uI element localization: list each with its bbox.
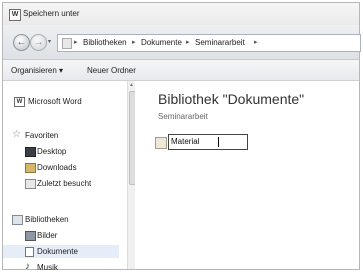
sidebar-item-label: Favoriten (25, 131, 59, 140)
sidebar-item-label: Desktop (37, 147, 67, 156)
libraries-icon (12, 215, 23, 225)
organize-button[interactable]: Organisieren ▾ (11, 66, 63, 75)
sidebar-item-label: Microsoft Word (28, 97, 82, 106)
music-icon: ♪ (25, 261, 30, 272)
sidebar-item-label: Bibliotheken (25, 215, 69, 224)
star-icon: ☆ (12, 129, 21, 140)
sidebar-item-microsoft-word[interactable]: W Microsoft Word (3, 95, 119, 108)
sidebar-item-bibliotheken[interactable]: Bibliotheken (3, 213, 119, 226)
desktop-icon (25, 147, 36, 157)
navigation-bar: ← → ▾ ▸ Bibliotheken ▸ Dokumente ▸ Semin… (3, 25, 361, 60)
rename-input[interactable]: Material (168, 134, 248, 150)
sidebar-item-label: Musik (37, 263, 58, 272)
sidebar-item-bilder[interactable]: Bilder (3, 229, 119, 242)
sidebar-item-dokumente[interactable]: Dokumente (3, 245, 119, 258)
recent-locations-dropdown-icon[interactable]: ▾ (48, 38, 51, 45)
new-folder-button[interactable]: Neuer Ordner (87, 66, 136, 75)
text-caret (218, 137, 219, 147)
address-bar[interactable]: ▸ Bibliotheken ▸ Dokumente ▸ Seminararbe… (57, 34, 361, 52)
sidebar-item-label: Bilder (37, 231, 58, 240)
sidebar-item-zuletzt-besucht[interactable]: Zuletzt besucht (3, 177, 119, 190)
breadcrumb-separator-icon[interactable]: ▸ (74, 38, 78, 46)
scroll-up-arrow-icon[interactable]: ▲ (129, 82, 134, 88)
library-title: Bibliothek "Dokumente" (158, 91, 305, 107)
word-app-icon: W (9, 9, 21, 21)
sidebar-item-label: Downloads (37, 163, 77, 172)
breadcrumb-seminararbeit[interactable]: Seminararbeit (195, 38, 245, 47)
title-bar: W Speichern unter (3, 3, 359, 25)
save-as-dialog: W Speichern unter ← → ▾ ▸ Bibliotheken ▸… (2, 2, 361, 272)
folder-icon (155, 137, 167, 149)
sidebar-item-desktop[interactable]: Desktop (3, 145, 119, 158)
pictures-icon (25, 231, 36, 241)
breadcrumb-bibliotheken[interactable]: Bibliotheken (83, 38, 127, 47)
breadcrumb-separator-icon[interactable]: ▸ (186, 38, 190, 46)
breadcrumb-dokumente[interactable]: Dokumente (141, 38, 182, 47)
downloads-icon (25, 163, 36, 173)
breadcrumb-separator-icon[interactable]: ▸ (132, 38, 136, 46)
back-arrow-icon[interactable]: ← (13, 34, 30, 51)
rename-input-text: Material (171, 137, 200, 146)
documents-icon (25, 247, 34, 257)
window-title: Speichern unter (23, 9, 80, 18)
breadcrumb-separator-icon[interactable]: ▸ (254, 38, 258, 46)
sidebar-item-favoriten[interactable]: ☆ Favoriten (3, 129, 119, 142)
folder-icon (62, 38, 72, 49)
library-subtitle: Seminararbeit (158, 112, 208, 121)
sidebar-item-downloads[interactable]: Downloads (3, 161, 119, 174)
navigation-pane: W Microsoft Word ☆ Favoriten Desktop Dow… (3, 81, 127, 272)
sidebar-scrollbar[interactable]: ▲ (127, 81, 136, 269)
file-list-pane: Bibliothek "Dokumente" Seminararbeit Mat… (135, 81, 359, 269)
command-toolbar: Organisieren ▾ Neuer Ordner (3, 60, 359, 81)
sidebar-item-musik[interactable]: ♪ Musik (3, 261, 119, 274)
word-icon: W (14, 97, 25, 107)
sidebar-item-label: Zuletzt besucht (37, 179, 92, 188)
sidebar-item-label: Dokumente (37, 247, 78, 256)
recent-places-icon (25, 179, 36, 189)
forward-arrow-icon[interactable]: → (30, 34, 47, 51)
